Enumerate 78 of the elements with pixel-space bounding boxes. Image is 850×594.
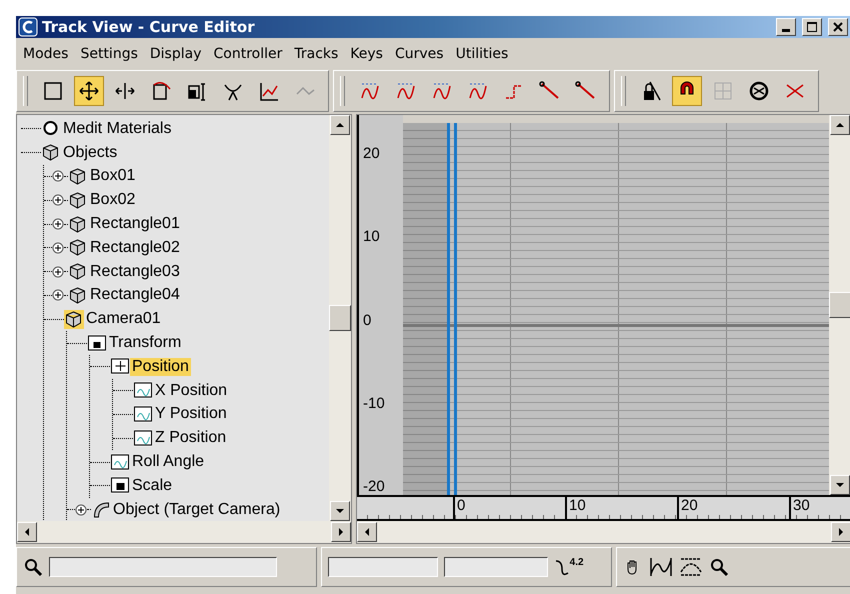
axis-label: -10 xyxy=(363,394,386,412)
scrollbar[interactable] xyxy=(829,115,850,495)
axis-label: -20 xyxy=(363,478,386,495)
axis-label: 0 xyxy=(363,312,372,328)
ruler-label: 20 xyxy=(677,497,789,519)
menu-item[interactable]: Keys xyxy=(345,46,388,62)
tree-item[interactable]: Rectangle02 xyxy=(88,238,182,257)
scrollbar[interactable] xyxy=(17,521,351,543)
scroll-left-button[interactable] xyxy=(357,522,377,542)
slide-icon xyxy=(114,80,136,102)
tree-item[interactable]: Rectangle03 xyxy=(88,262,182,281)
expand-icon[interactable] xyxy=(75,504,87,516)
input-field[interactable] xyxy=(328,557,438,577)
tree-item[interactable]: Roll Angle xyxy=(130,453,206,472)
scrollbar[interactable] xyxy=(329,115,351,521)
input-field[interactable] xyxy=(49,557,277,577)
scroll-left-button[interactable] xyxy=(17,522,37,542)
expand-icon[interactable] xyxy=(52,266,64,278)
menu-item[interactable]: Tracks xyxy=(289,46,344,62)
tree-item[interactable]: Z Position xyxy=(153,429,228,448)
search-icon[interactable] xyxy=(23,557,43,577)
scroll-down-button[interactable] xyxy=(830,475,850,495)
minimize-icon xyxy=(782,28,790,32)
tree-item[interactable]: Box02 xyxy=(88,191,138,210)
curve-value-button[interactable]: 4.2 xyxy=(554,557,584,577)
axis-label: 10 xyxy=(363,228,381,246)
window-title: Track View - Curve Editor xyxy=(42,18,256,36)
tree-item[interactable]: Camera01 xyxy=(84,310,163,328)
menu-item[interactable]: Settings xyxy=(75,46,143,62)
scroll-right-button[interactable] xyxy=(331,522,351,542)
menu-item[interactable]: Controller xyxy=(208,46,288,62)
tree-item[interactable]: Scale xyxy=(130,476,174,495)
scroll-up-button[interactable] xyxy=(830,115,850,135)
tree-item[interactable]: Rectangle04 xyxy=(88,286,182,304)
minimize-button[interactable] xyxy=(776,18,796,36)
expand-icon[interactable] xyxy=(52,289,64,302)
tree-item[interactable]: Transform xyxy=(107,334,184,352)
expand-icon[interactable] xyxy=(52,170,64,182)
scroll-down-button[interactable] xyxy=(330,501,350,521)
scroll-right-button[interactable] xyxy=(831,522,850,542)
zoom-icon[interactable] xyxy=(709,557,730,577)
maximize-button[interactable] xyxy=(802,18,822,36)
expand-icon[interactable] xyxy=(52,242,64,254)
ruler-label: 10 xyxy=(565,497,677,519)
expand-icon[interactable] xyxy=(52,218,64,230)
menu-item[interactable]: Modes xyxy=(18,46,74,62)
menu-item[interactable]: Utilities xyxy=(450,46,514,62)
grid-icon xyxy=(712,80,734,102)
input-field[interactable] xyxy=(444,557,548,577)
tree-item[interactable]: Object (Target Camera) xyxy=(111,500,282,519)
scroll-thumb[interactable] xyxy=(829,292,850,318)
menu-item[interactable]: Display xyxy=(144,46,206,62)
close-button[interactable] xyxy=(828,18,848,36)
axis-label: 20 xyxy=(363,145,381,162)
tree-item[interactable]: Box01 xyxy=(88,167,138,186)
scroll-up-button[interactable] xyxy=(330,115,350,135)
menu-item[interactable]: Curves xyxy=(390,46,449,62)
scroll-thumb[interactable] xyxy=(329,305,351,331)
tree-item[interactable]: Position xyxy=(130,358,191,376)
close-icon xyxy=(833,22,843,32)
maximize-icon xyxy=(807,22,817,32)
pencil-graph-icon xyxy=(258,80,280,102)
toolbar-button[interactable] xyxy=(672,76,702,106)
toolbar-button[interactable] xyxy=(74,76,104,106)
frame-curve-icon[interactable] xyxy=(649,556,674,578)
tree-item[interactable]: Y Position xyxy=(153,405,229,424)
scrollbar[interactable] xyxy=(357,521,850,543)
ruler-label: 0 xyxy=(453,497,565,519)
tree-item[interactable]: Medit Materials xyxy=(61,120,174,138)
frame-curve-icon[interactable] xyxy=(679,556,704,578)
tree-item[interactable]: Objects xyxy=(61,144,120,162)
tree-item[interactable]: X Position xyxy=(153,382,230,400)
ban-icon xyxy=(748,80,770,102)
ruler-label: 30 xyxy=(789,497,850,519)
tree-item[interactable]: Rectangle01 xyxy=(88,215,182,234)
expand-icon[interactable] xyxy=(52,194,64,206)
arc-icon xyxy=(91,500,111,520)
move-icon xyxy=(78,80,100,102)
